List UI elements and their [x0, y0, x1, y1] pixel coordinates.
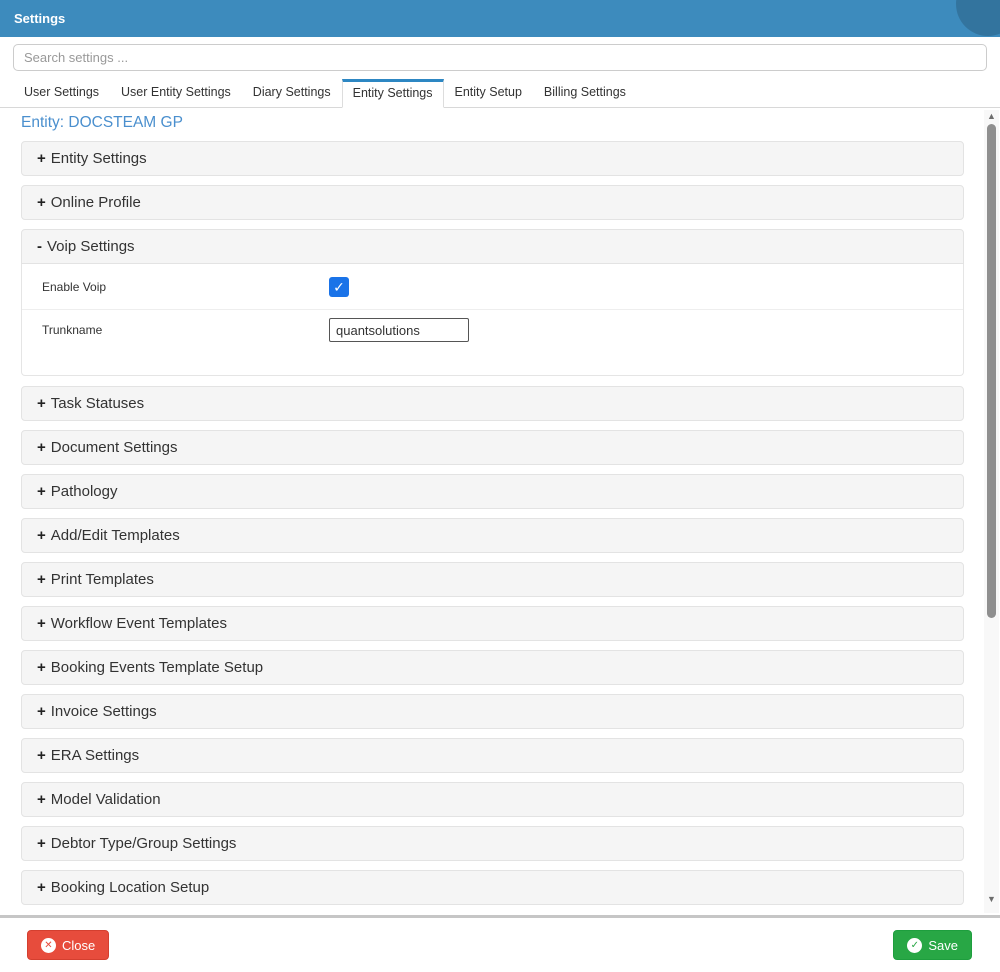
panel-label: Document Settings	[50, 439, 178, 456]
panels-after: + Task Statuses + Document Settings + Patholo…	[21, 386, 1000, 905]
accordion-panel-voip-settings[interactable]: - Voip Settings	[21, 229, 964, 264]
accordion-panel-booking-location-setup[interactable]: + Booking Location Setup	[21, 870, 964, 905]
panel-label: Pathology	[50, 483, 118, 500]
enable-voip-checkbox[interactable]: ✓	[329, 276, 349, 297]
panel-label: Debtor Type/Group Settings	[50, 835, 237, 852]
accordion-panel-booking-events-template-setup[interactable]: + Booking Events Template Setup	[21, 650, 964, 685]
collapse-icon: -	[37, 238, 42, 255]
checkmark-icon: ✓	[333, 278, 345, 295]
panel-label: ERA Settings	[50, 747, 140, 764]
tab-billing-settings[interactable]: Billing Settings	[533, 77, 637, 107]
scrollbar-thumb[interactable]	[987, 124, 996, 618]
panel-label: Workflow Event Templates	[50, 615, 227, 632]
settings-scroll-area: Entity: DOCSTEAM GP + Entity Settings + Onl…	[0, 108, 1000, 915]
settings-window: Settings User SettingsUser Entity Settin…	[0, 0, 1000, 972]
search-row	[0, 37, 1000, 77]
header-corner-decoration	[956, 0, 1000, 36]
panel-label: Print Templates	[50, 571, 154, 588]
scroll-up-arrow[interactable]: ▲	[984, 110, 999, 122]
close-button[interactable]: ✕ Close	[27, 930, 110, 960]
expand-icon: +	[37, 615, 46, 632]
accordion-panel-add-edit-templates[interactable]: + Add/Edit Templates	[21, 518, 964, 553]
panel-label: Booking Events Template Setup	[50, 659, 264, 676]
search-input[interactable]	[13, 44, 987, 71]
panel-label: Task Statuses	[50, 395, 145, 412]
accordion-panel-online-profile[interactable]: + Online Profile	[21, 185, 964, 220]
entity-link[interactable]: Entity: DOCSTEAM GP	[21, 114, 1000, 132]
enable-voip-row: Enable Voip ✓	[22, 264, 963, 310]
footer: ✕ Close ✓ Save	[0, 918, 1000, 967]
tab-user-settings[interactable]: User Settings	[13, 77, 110, 107]
tab-bar: User Settings User Entity Settings Diary S…	[0, 77, 1000, 108]
trunkname-row: Trunkname	[22, 310, 963, 350]
expand-icon: +	[37, 395, 46, 412]
accordion-panel-invoice-settings[interactable]: + Invoice Settings	[21, 694, 964, 729]
panel-label: Booking Location Setup	[50, 879, 210, 896]
trunkname-label: Trunkname	[42, 323, 103, 337]
expand-icon: +	[37, 703, 46, 720]
expand-icon: +	[37, 439, 46, 456]
expand-icon: +	[37, 747, 46, 764]
panel-label: Model Validation	[50, 791, 161, 808]
accordion-panel-workflow-event-templates[interactable]: + Workflow Event Templates	[21, 606, 964, 641]
tab-entity-settings[interactable]: Entity Settings	[341, 79, 444, 108]
panels-before: + Entity Settings + Online Profile	[21, 141, 1000, 220]
accordion-panel-task-statuses[interactable]: + Task Statuses	[21, 386, 964, 421]
expand-icon: +	[37, 194, 46, 211]
expand-icon: +	[37, 659, 46, 676]
accordion-panel-model-validation[interactable]: + Model Validation	[21, 782, 964, 817]
check-circle-icon: ✓	[907, 937, 923, 953]
accordion-panel-print-templates[interactable]: + Print Templates	[21, 562, 964, 597]
accordion-panel-entity-settings[interactable]: + Entity Settings	[21, 141, 964, 176]
window-title: Settings	[14, 11, 66, 26]
voip-settings-body: Enable Voip ✓ Trunkname	[21, 264, 964, 376]
expand-icon: +	[37, 150, 46, 167]
save-button-label: Save	[928, 937, 958, 953]
tab-diary-settings[interactable]: Diary Settings	[242, 77, 342, 107]
panel-label: Add/Edit Templates	[50, 527, 180, 544]
expand-icon: +	[37, 835, 46, 852]
expand-icon: +	[37, 791, 46, 808]
close-circle-icon: ✕	[41, 937, 56, 953]
enable-voip-label: Enable Voip	[42, 279, 107, 294]
panel-label: Online Profile	[50, 194, 141, 211]
panel-label: Entity Settings	[50, 150, 147, 167]
expand-icon: +	[37, 527, 46, 544]
panel-label: Voip Settings	[47, 238, 135, 255]
save-button[interactable]: ✓ Save	[893, 930, 972, 960]
accordion-panel-era-settings[interactable]: + ERA Settings	[21, 738, 964, 773]
close-button-label: Close	[62, 937, 96, 953]
accordion-panel-document-settings[interactable]: + Document Settings	[21, 430, 964, 465]
expand-icon: +	[37, 483, 46, 500]
expand-icon: +	[37, 879, 46, 896]
expand-icon: +	[37, 571, 46, 588]
panel-label: Invoice Settings	[50, 703, 157, 720]
trunkname-input[interactable]	[329, 318, 469, 342]
accordion-panel-debtor-type-group-settings[interactable]: + Debtor Type/Group Settings	[21, 826, 964, 861]
tab-entity-setup[interactable]: Entity Setup	[444, 77, 533, 107]
accordion-panel-pathology[interactable]: + Pathology	[21, 474, 964, 509]
window-header: Settings	[0, 0, 1000, 37]
vertical-scrollbar[interactable]: ▲ ▼	[984, 110, 999, 913]
tab-user-entity-settings[interactable]: User Entity Settings	[110, 77, 242, 107]
scroll-down-arrow[interactable]: ▼	[984, 893, 999, 905]
